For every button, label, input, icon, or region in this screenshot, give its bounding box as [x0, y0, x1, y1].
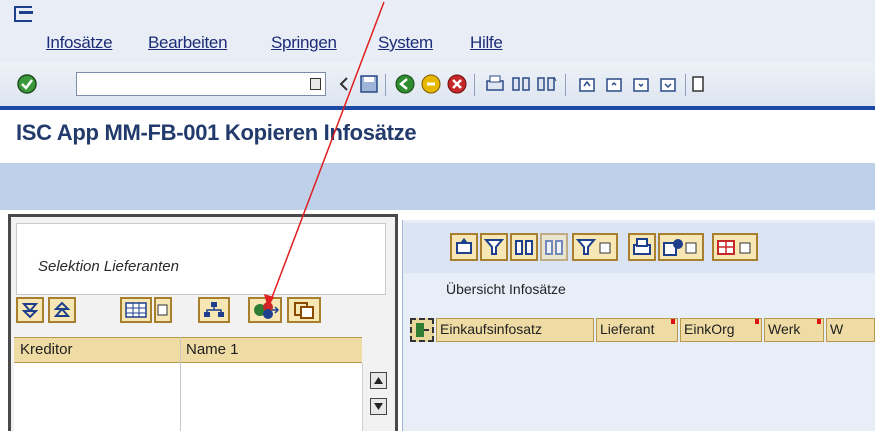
- annotation-arrow: [264, 1, 385, 309]
